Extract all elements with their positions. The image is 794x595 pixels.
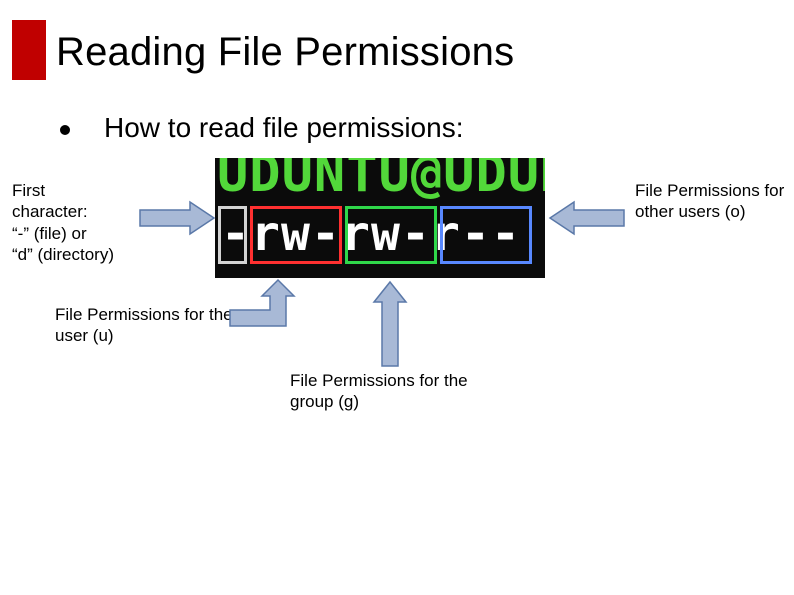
label-group: File Permissions for the group (g) <box>290 370 480 413</box>
label-user: File Permissions for the user (u) <box>55 304 235 347</box>
bullet-text: How to read file permissions: <box>104 112 463 144</box>
highlight-box-other <box>440 206 532 264</box>
label-first-character: First character: “-” (file) or “d” (dire… <box>12 180 152 265</box>
arrow-elbow-user-icon <box>230 280 300 340</box>
arrow-up-icon <box>370 282 410 367</box>
highlight-box-group <box>345 206 437 264</box>
bullet-icon <box>60 125 70 135</box>
terminal-prompt-text: UDUNTU@UDUN <box>217 158 545 204</box>
highlight-box-user <box>250 206 342 264</box>
label-other-users: File Permissions for other users (o) <box>635 180 785 223</box>
bullet-row: How to read file permissions: <box>60 112 463 144</box>
arrow-right-icon <box>140 200 215 240</box>
arrow-left-icon <box>550 200 625 240</box>
terminal-screenshot: UDUNTU@UDUN -rw-rw-r-- <box>215 158 545 278</box>
slide-title: Reading File Permissions <box>56 30 514 75</box>
highlight-box-first-char <box>218 206 247 264</box>
accent-block <box>12 20 46 80</box>
